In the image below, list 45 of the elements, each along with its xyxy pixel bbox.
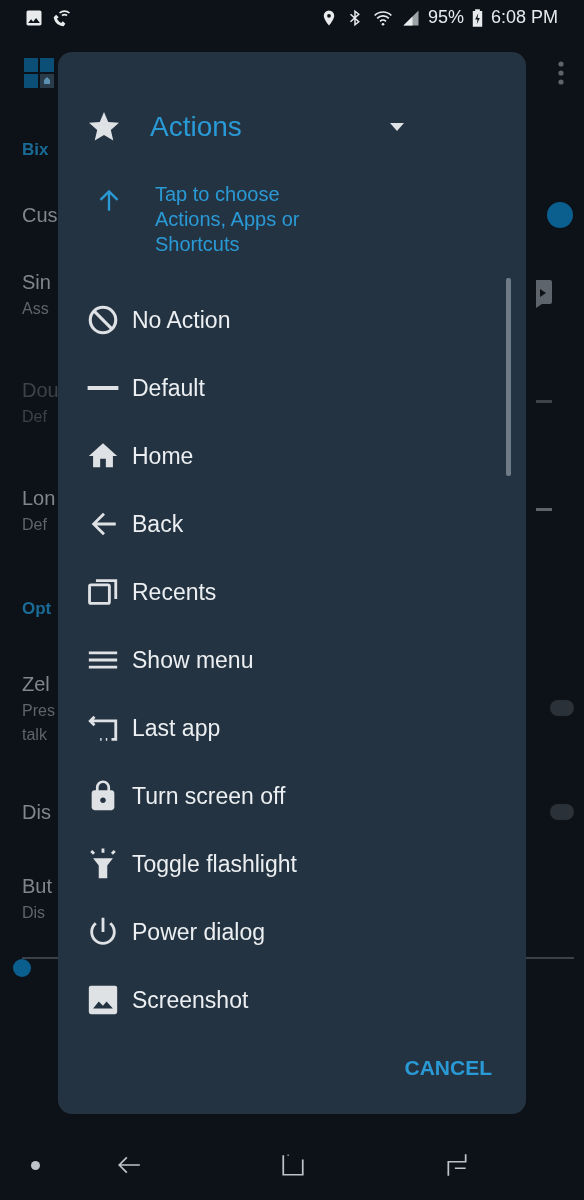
switch-track[interactable] [550, 802, 574, 822]
setting-title: Dis [22, 800, 52, 824]
scrollbar[interactable] [506, 278, 511, 476]
action-item[interactable]: Toggle flashlight [86, 830, 297, 898]
hint-text: Tap to choose Actions, Apps or Shortcuts [155, 182, 301, 257]
setting-title: Cus [22, 203, 57, 227]
setting-summary: Def [22, 515, 48, 534]
setting-title: Sin [22, 270, 52, 294]
setting-summary: talk [22, 725, 48, 744]
app-logo-icon [24, 57, 54, 88]
switch-track[interactable] [550, 698, 574, 718]
setting-title: Zel [22, 672, 51, 696]
battery-percent: 95% [427, 7, 464, 28]
action-item[interactable]: Home [86, 422, 194, 490]
slider-thumb[interactable] [13, 959, 31, 978]
cancel-button[interactable]: CANCEL [404, 1052, 492, 1084]
battery-icon [471, 7, 483, 28]
action-item[interactable]: Power dialog [86, 898, 265, 966]
setting-summary: Ass [22, 299, 50, 318]
recents-icon[interactable] [280, 1152, 306, 1178]
action-item[interactable]: No Action [86, 286, 231, 354]
block-icon [86, 303, 120, 337]
action-item[interactable]: Back [86, 490, 184, 558]
section-header: Bix [22, 140, 50, 160]
dash-icon [87, 386, 119, 390]
action-item[interactable]: Default [86, 354, 205, 422]
image-icon [86, 983, 120, 1017]
setting-title: Lon [22, 486, 57, 510]
wifi-call-icon [52, 7, 72, 28]
dialog-title[interactable]: Actions [150, 111, 390, 143]
last-app-icon[interactable] [444, 1152, 470, 1178]
setting-summary: Pres [22, 701, 56, 720]
section-header: Opt [22, 599, 53, 619]
nav-dot-icon[interactable] [31, 1160, 40, 1170]
action-item[interactable]: Recents [86, 558, 217, 626]
overflow-menu-icon[interactable] [558, 60, 564, 85]
setting-title: But [22, 874, 54, 898]
action-item[interactable]: Last app [86, 694, 221, 762]
setting-summary: Dis [22, 903, 47, 922]
action-item[interactable]: Turn screen off [86, 762, 286, 830]
switch-thumb[interactable] [546, 201, 574, 229]
action-item[interactable]: Screenshot [86, 966, 249, 1034]
clock-time: 6:08 PM [490, 7, 558, 28]
dropdown-caret-icon[interactable] [390, 123, 404, 131]
action-item[interactable]: Show menu [86, 626, 254, 694]
